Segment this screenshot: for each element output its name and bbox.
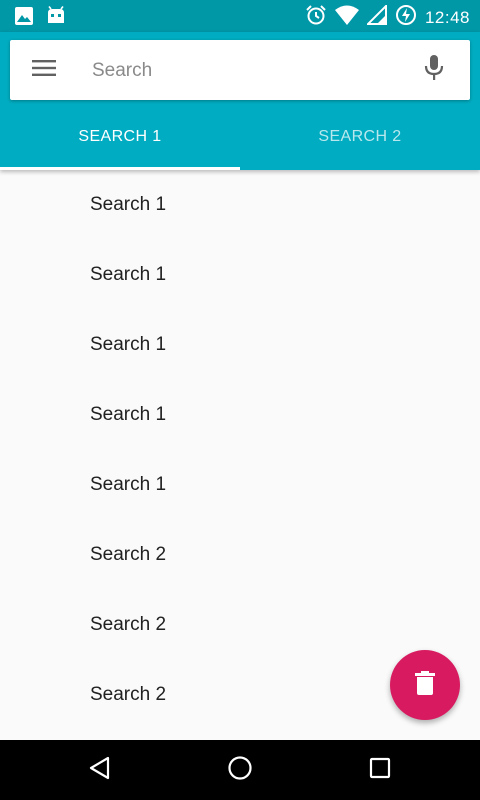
navigation-bar	[0, 740, 480, 800]
list-item[interactable]: Search 1	[0, 310, 480, 380]
tab-bar: SEARCH 1 SEARCH 2	[0, 104, 480, 170]
signal-icon	[365, 3, 387, 30]
voice-search-button[interactable]	[420, 54, 448, 86]
list-item[interactable]: Search 1	[0, 240, 480, 310]
microphone-icon	[424, 54, 444, 86]
list-item-label: Search 2	[90, 614, 167, 635]
home-icon	[227, 755, 253, 786]
status-bar: 12:48	[0, 0, 480, 32]
image-icon	[14, 6, 34, 31]
tab-search-2[interactable]: SEARCH 2	[240, 104, 480, 170]
list-item-label: Search 1	[90, 334, 167, 355]
status-time: 12:48	[424, 7, 470, 27]
list-item-label: Search 1	[90, 194, 167, 215]
alarm-icon	[305, 4, 327, 31]
list-item[interactable]: Search 2	[0, 520, 480, 590]
android-debug-icon	[46, 6, 66, 31]
search-box	[10, 40, 470, 100]
tab-search-2-label: SEARCH 2	[318, 128, 402, 145]
battery-charging-icon	[395, 4, 417, 31]
hamburger-menu-icon	[32, 59, 56, 82]
wifi-icon	[334, 5, 359, 30]
screen: 12:48 Search SEARCH 1 SEARCH 2 Search 1 …	[0, 0, 480, 800]
recents-button[interactable]	[366, 756, 394, 784]
app-bar: SEARCH 1 SEARCH 2	[0, 32, 480, 170]
home-button[interactable]	[226, 755, 254, 786]
back-button[interactable]	[86, 756, 114, 784]
search-input[interactable]	[90, 54, 414, 88]
menu-button[interactable]	[30, 56, 58, 84]
tab-search-1-label: SEARCH 1	[78, 128, 162, 145]
back-icon	[88, 756, 112, 785]
list-item-label: Search 2	[90, 684, 167, 705]
list-item[interactable]: Search 1	[0, 450, 480, 520]
list-item[interactable]: Search 1	[0, 380, 480, 450]
list-item-label: Search 1	[90, 404, 167, 425]
list-item-label: Search 1	[90, 474, 167, 495]
tab-search-1[interactable]: SEARCH 1	[0, 104, 240, 170]
list-item-label: Search 2	[90, 544, 167, 565]
delete-icon	[415, 670, 435, 700]
list-item-label: Search 1	[90, 264, 167, 285]
list-item[interactable]: Search 1	[0, 170, 480, 240]
delete-fab[interactable]	[390, 650, 460, 720]
recents-icon	[369, 757, 391, 784]
list-item[interactable]: Search 2	[0, 590, 480, 660]
